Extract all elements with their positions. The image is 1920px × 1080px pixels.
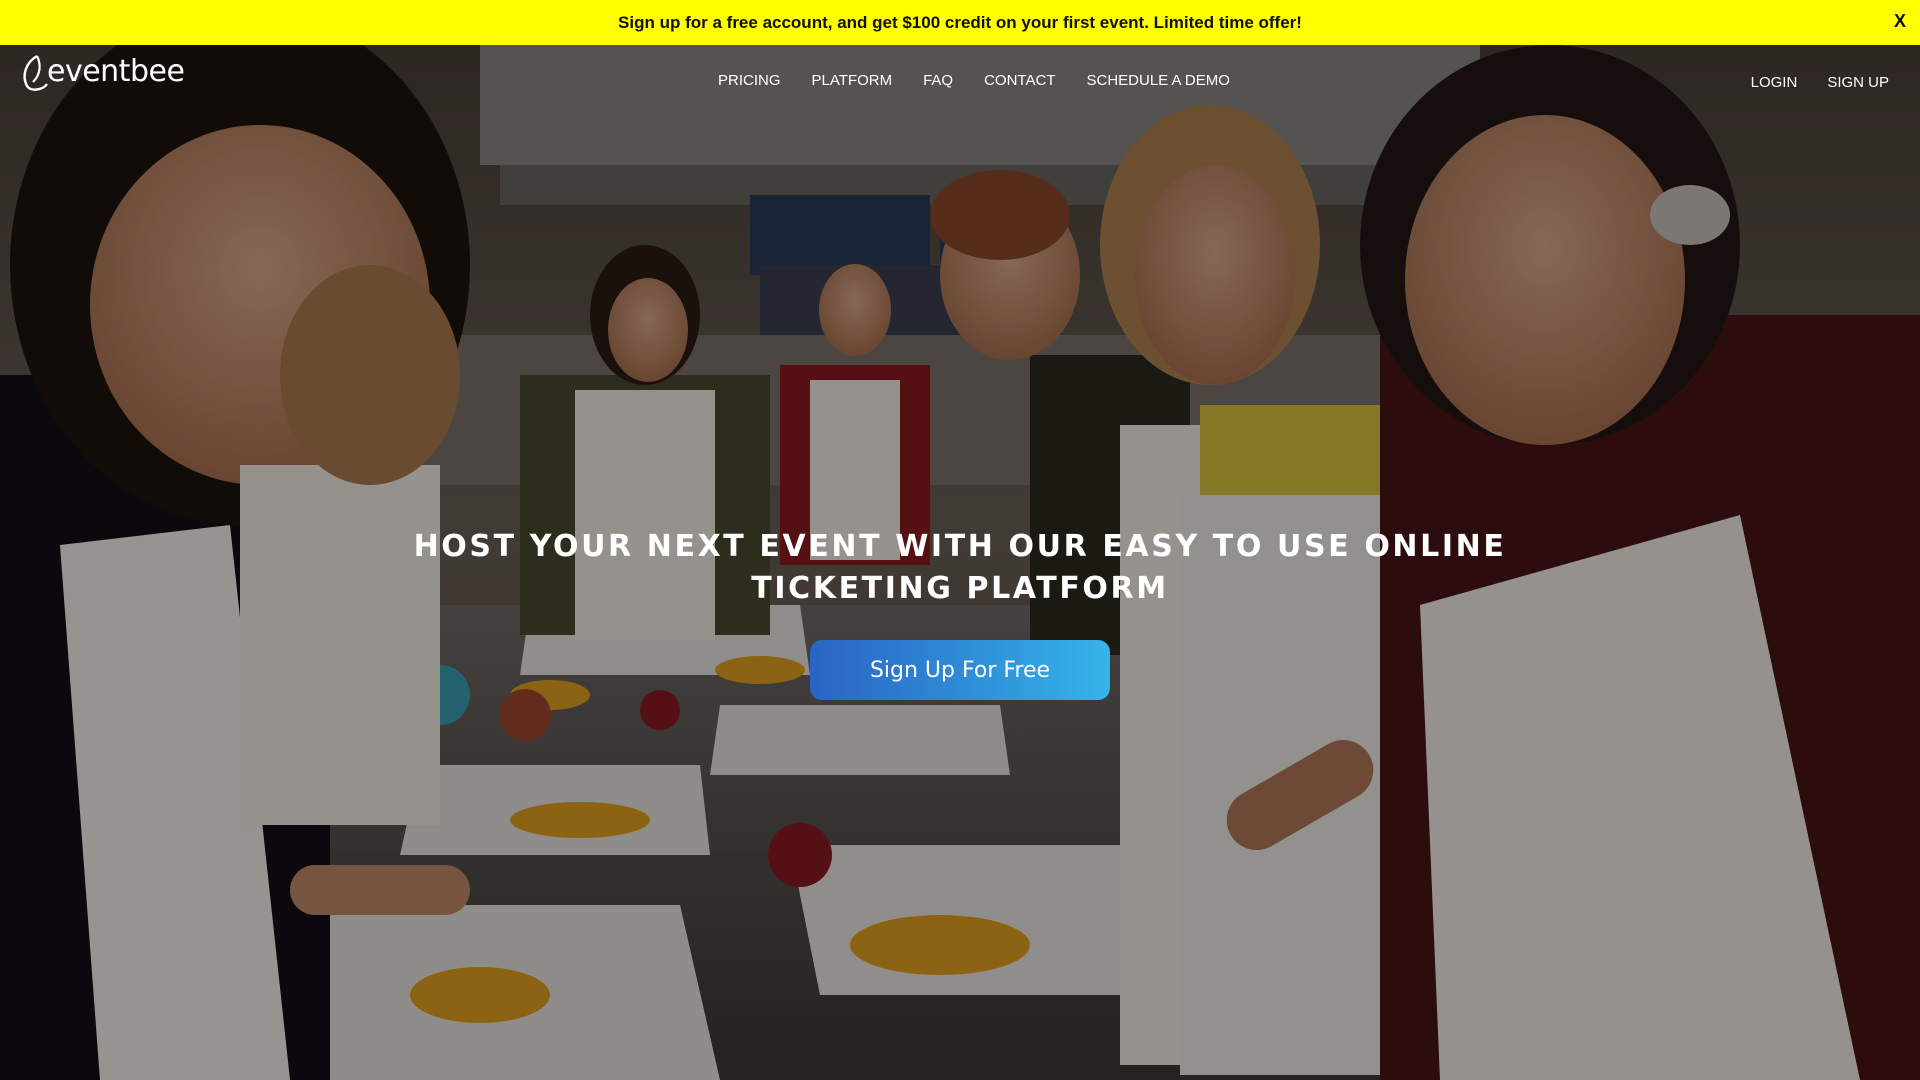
nav-schedule-demo[interactable]: SCHEDULE A DEMO <box>1086 72 1229 89</box>
nav-platform[interactable]: PLATFORM <box>812 72 893 89</box>
eventbee-logo[interactable]: eventbee <box>17 52 185 92</box>
signup-free-button[interactable]: Sign Up For Free <box>810 640 1110 700</box>
signup-link[interactable]: SIGN UP <box>1827 74 1889 91</box>
login-link[interactable]: LOGIN <box>1751 74 1798 91</box>
nav-contact[interactable]: CONTACT <box>984 72 1055 89</box>
logo-bee-icon <box>23 54 48 91</box>
account-nav: LOGIN SIGN UP <box>1721 74 1889 91</box>
nav-faq[interactable]: FAQ <box>923 72 953 89</box>
hero-headline-line1: HOST YOUR NEXT EVENT WITH OUR EASY TO US… <box>413 529 1507 565</box>
nav-pricing[interactable]: PRICING <box>718 72 781 89</box>
promo-banner-text: Sign up for a free account, and get $100… <box>618 12 1302 32</box>
hero-headline-line2: TICKETING PLATFORM <box>751 571 1169 607</box>
promo-banner: Sign up for a free account, and get $100… <box>0 0 1920 45</box>
close-icon[interactable]: X <box>1894 11 1906 32</box>
logo-text: eventbee <box>47 53 185 89</box>
hero-headline: HOST YOUR NEXT EVENT WITH OUR EASY TO US… <box>360 526 1560 610</box>
main-nav: PRICING PLATFORM FAQ CONTACT SCHEDULE A … <box>718 72 1261 89</box>
